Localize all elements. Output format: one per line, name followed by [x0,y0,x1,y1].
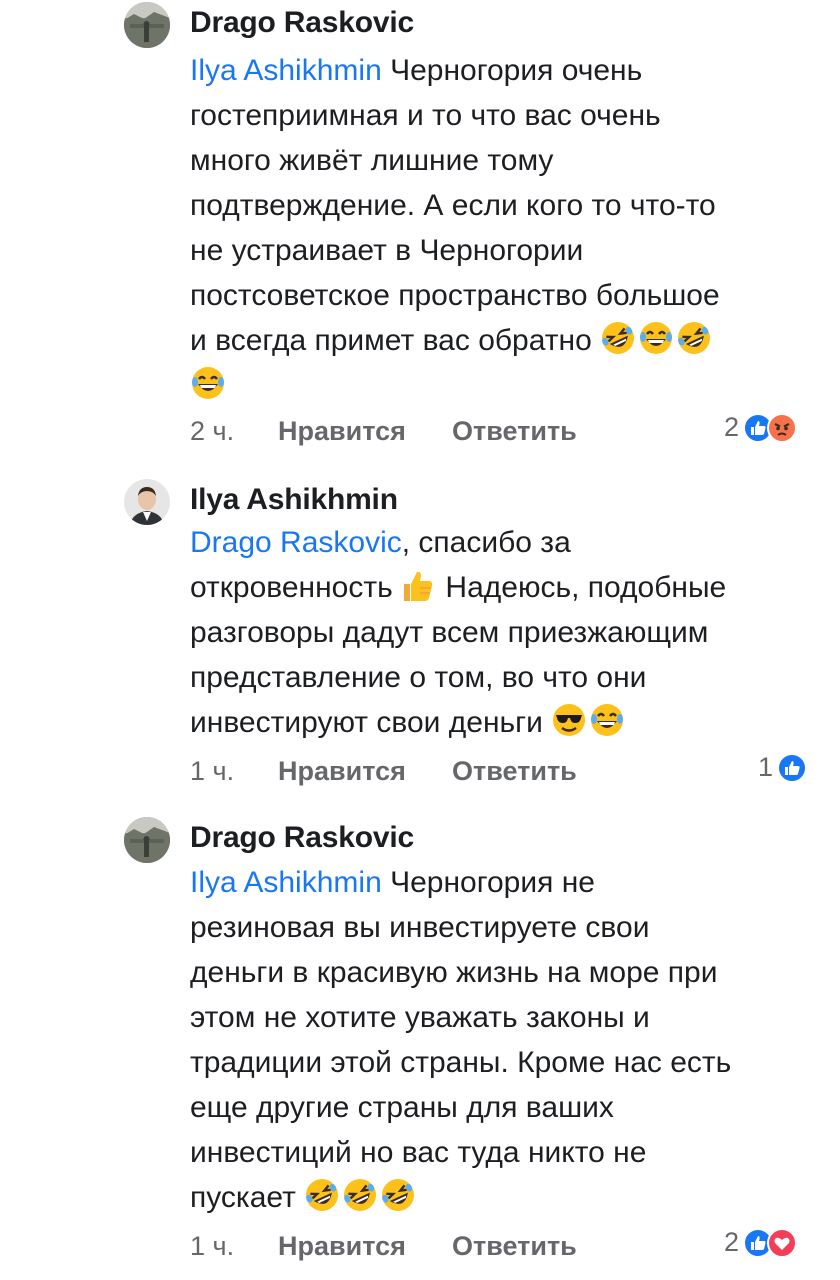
reaction-count: 1 [758,752,774,782]
thumbs-up-emoji-icon [401,567,435,616]
rofl-emoji-icon [380,1177,416,1226]
rofl-emoji-icon [676,320,712,369]
comment-text: Ilya Ashikhmin Черногория не резиновая в… [190,860,820,1220]
landscape-avatar-icon [124,2,170,48]
sunglasses-emoji-icon [551,702,587,751]
reaction-count: 2 [724,412,740,442]
avatar[interactable] [124,479,170,525]
reaction-summary[interactable]: 1 [758,752,808,786]
rofl-emoji-icon [342,1177,378,1226]
mention-link[interactable]: Drago Raskovic [190,526,402,559]
joy-emoji-icon [589,702,625,751]
like-button[interactable]: Нравится [278,756,406,787]
reply-button[interactable]: Ответить [452,1231,577,1262]
reaction-summary[interactable]: 2 [724,1227,798,1261]
comment-text: Drago Raskovic, спасибо за откровенность… [190,520,820,745]
comment-text: Ilya Ashikhmin Черногория очень гостепри… [190,48,820,408]
joy-emoji-icon [190,365,226,414]
joy-emoji-icon [638,320,674,369]
comment-author[interactable]: Drago Raskovic [190,6,414,40]
comment-author[interactable]: Drago Raskovic [190,821,414,855]
mention-link[interactable]: Ilya Ashikhmin [190,866,382,899]
like-button[interactable]: Нравится [278,416,406,447]
reply-button[interactable]: Ответить [452,416,577,447]
avatar[interactable] [124,2,170,48]
comment-author[interactable]: Ilya Ashikhmin [190,483,398,517]
angry-reaction-icon [767,412,798,443]
portrait-avatar-icon [124,479,170,525]
landscape-avatar-icon [124,817,170,863]
comment-timestamp[interactable]: 2 ч. [190,416,234,447]
like-reaction-icon [777,752,808,783]
mention-link[interactable]: Ilya Ashikhmin [190,54,382,87]
reaction-summary[interactable]: 2 [724,412,798,446]
reply-button[interactable]: Ответить [452,756,577,787]
rofl-emoji-icon [600,320,636,369]
comment-timestamp[interactable]: 1 ч. [190,756,234,787]
reaction-count: 2 [724,1227,740,1257]
rofl-emoji-icon [304,1177,340,1226]
like-button[interactable]: Нравится [278,1231,406,1262]
comment-timestamp[interactable]: 1 ч. [190,1231,234,1262]
avatar[interactable] [124,817,170,863]
love-reaction-icon [767,1227,798,1258]
